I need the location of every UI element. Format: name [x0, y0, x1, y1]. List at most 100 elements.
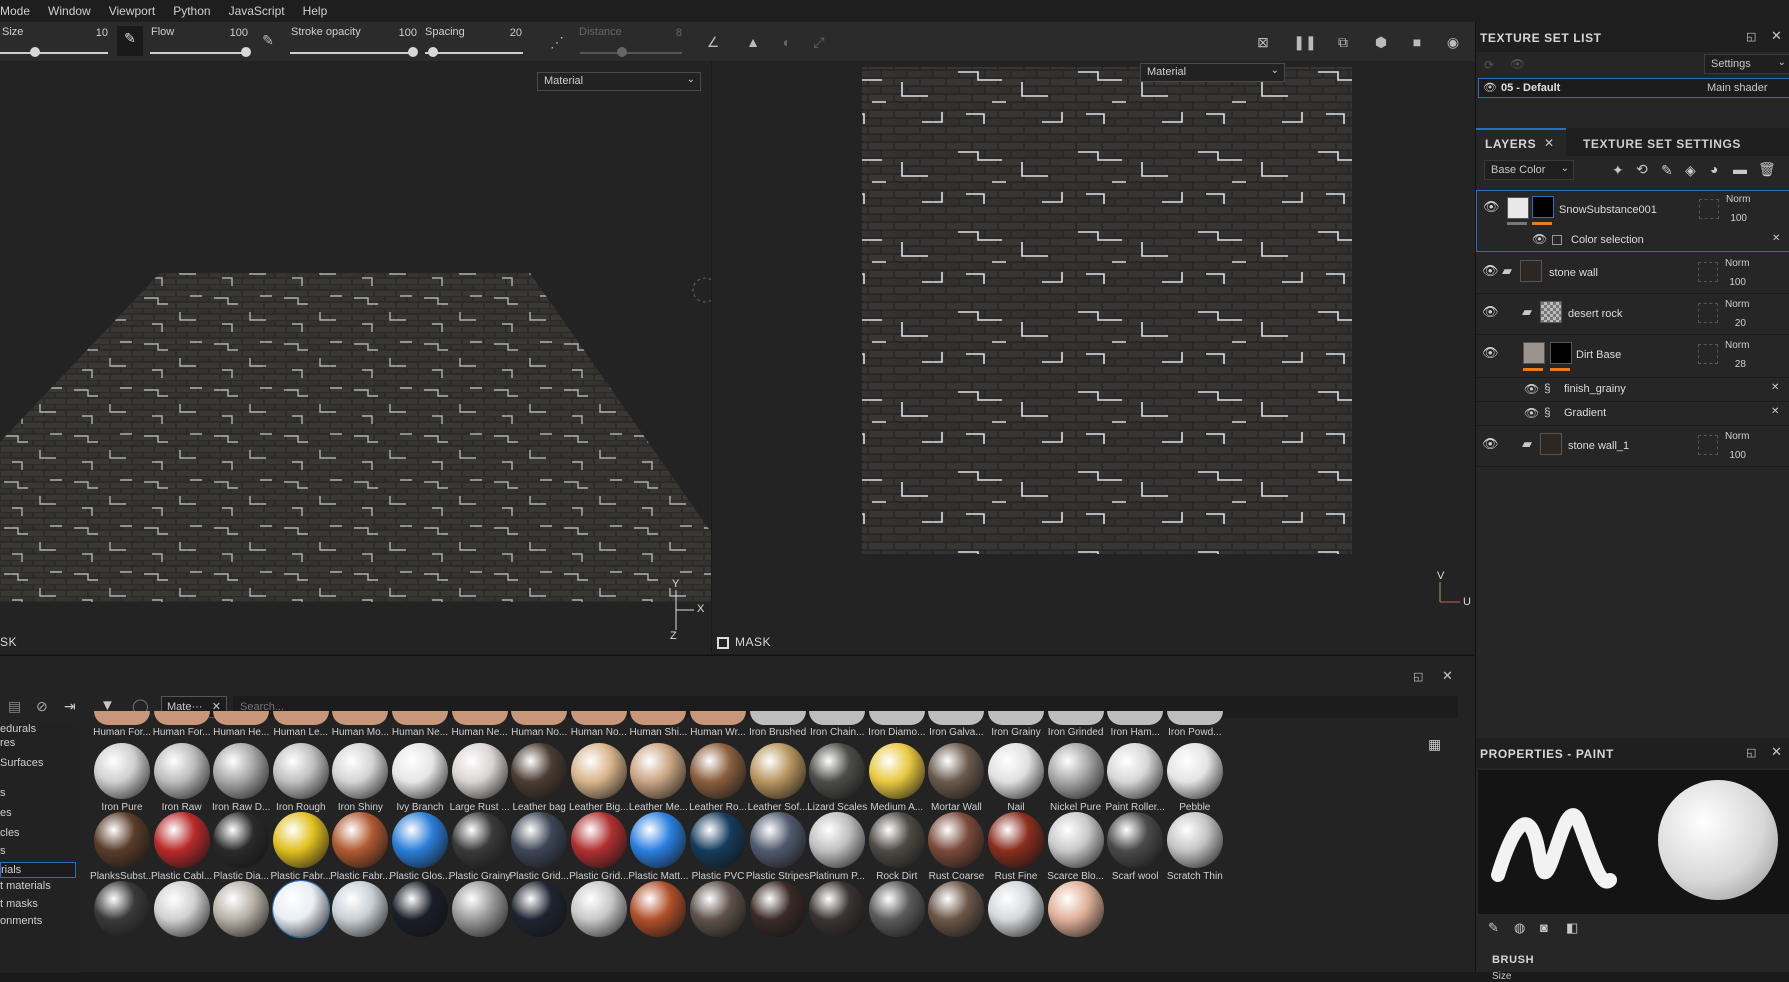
blend-mode[interactable]: Norm	[1725, 431, 1749, 442]
material-thumbnail[interactable]	[690, 881, 746, 937]
material-item[interactable]: Pebble	[1161, 743, 1229, 821]
material-thumbnail[interactable]	[451, 881, 508, 937]
menu-javascript[interactable]: JavaScript	[220, 4, 294, 18]
spacing-slider[interactable]	[425, 52, 523, 54]
eye-icon[interactable]: 👁	[1483, 81, 1497, 94]
delete-layer-icon[interactable]: 🗑	[1758, 161, 1776, 178]
add-fill-layer-icon[interactable]: ◈	[1685, 162, 1696, 179]
texture-set-item[interactable]: 👁 05 - Default Main shader	[1478, 78, 1789, 98]
tab-texture-set-settings[interactable]: TEXTURE SET SETTINGS	[1583, 137, 1741, 151]
close-icon[interactable]: ✕	[1771, 406, 1779, 417]
material-thumbnail[interactable]	[570, 711, 627, 725]
material-item[interactable]: Plastic Dia...	[207, 812, 275, 890]
angle-icon[interactable]: ∠	[700, 30, 726, 54]
shelf-category-item[interactable]: t materials	[0, 880, 51, 892]
eye-icon[interactable]: 👁	[1524, 382, 1539, 396]
grid-view-icon[interactable]: ▦	[1428, 736, 1441, 753]
material-item[interactable]: Leather Ro...	[684, 743, 752, 821]
material-item[interactable]: Large Rust ...	[446, 743, 514, 821]
spacing-slider-knob[interactable]	[428, 47, 438, 57]
distance-slider[interactable]	[580, 52, 682, 54]
material-item[interactable]: Plastic Grid...	[565, 812, 633, 890]
add-smart-mask-icon[interactable]: ⟲	[1636, 161, 1648, 178]
import-icon[interactable]: ▤	[8, 698, 21, 715]
shelf-category-item[interactable]: rials	[0, 862, 76, 878]
blend-mode[interactable]: Norm	[1725, 299, 1749, 310]
alpha-icon[interactable]: ◍	[1514, 920, 1525, 936]
material-thumbnail[interactable]	[1047, 881, 1104, 937]
flow-slider-knob[interactable]	[241, 47, 251, 57]
material-item[interactable]: Plastic Fabr...	[326, 812, 394, 890]
material-thumbnail[interactable]	[153, 711, 210, 725]
material-thumbnail[interactable]	[1166, 711, 1223, 725]
pause-icon[interactable]: ❚❚	[1292, 30, 1318, 54]
material-item[interactable]: Plastic Matt...	[624, 812, 692, 890]
menu-help[interactable]: Help	[294, 4, 337, 18]
material-thumbnail[interactable]	[868, 711, 925, 725]
flow-slider[interactable]	[150, 52, 250, 54]
material-item[interactable]: Leather bag	[505, 743, 573, 821]
material-thumbnail[interactable]	[868, 881, 925, 937]
material-item[interactable]: Rust Coarse	[922, 812, 990, 890]
material-thumbnail[interactable]	[1107, 711, 1164, 725]
material-item[interactable]: Plastic Fabr...	[267, 812, 335, 890]
size-slider[interactable]	[0, 52, 108, 54]
material-item[interactable]: Plastic Cabl...	[148, 812, 216, 890]
layer-stone-wall-1[interactable]: 👁 ▰ stone wall_1 Norm 100	[1476, 426, 1789, 467]
layer-opacity[interactable]: 28	[1720, 359, 1746, 370]
material-thumbnail[interactable]	[809, 881, 866, 937]
material-item[interactable]: Scratch Thin	[1161, 812, 1229, 890]
material-thumbnail[interactable]	[332, 711, 389, 725]
material-thumbnail[interactable]	[332, 881, 389, 937]
stroke-opacity-knob[interactable]	[408, 47, 418, 57]
material-thumbnail[interactable]	[928, 881, 985, 937]
menu-mode[interactable]: Mode	[0, 4, 39, 18]
eye-icon[interactable]: 👁	[1482, 345, 1499, 361]
material-item[interactable]: Medium A...	[863, 743, 931, 821]
material-item[interactable]: Scarce Blo...	[1042, 812, 1110, 890]
shelf-category-item[interactable]: cles	[0, 827, 20, 839]
material-thumbnail[interactable]	[690, 711, 746, 725]
material-thumbnail[interactable]	[272, 711, 329, 725]
material-thumbnail[interactable]	[213, 711, 270, 725]
menu-python[interactable]: Python	[164, 4, 219, 18]
maximize-icon[interactable]: ◱	[1413, 670, 1423, 683]
mask-toggle-checkbox[interactable]	[717, 637, 729, 649]
material-item[interactable]: Iron Pure	[88, 743, 156, 821]
material-thumbnail[interactable]	[988, 881, 1044, 937]
material-item[interactable]: Nickel Pure	[1042, 743, 1110, 821]
material-thumbnail[interactable]	[94, 881, 150, 937]
layer-dirt-base[interactable]: 👁 Dirt Base Norm 28 👁 § finish_grainy ✕ …	[1476, 335, 1789, 426]
material-thumbnail[interactable]	[749, 881, 806, 937]
material-thumbnail[interactable]	[1047, 711, 1104, 725]
material-thumbnail[interactable]	[809, 711, 866, 725]
size-slider-knob[interactable]	[30, 47, 40, 57]
material-item[interactable]: PlanksSubst...	[88, 812, 156, 890]
material-item[interactable]: Plastic Grainy	[446, 812, 514, 890]
lazy-mouse-icon[interactable]: ⋰	[546, 30, 568, 54]
blend-mode[interactable]: Norm	[1725, 258, 1749, 269]
stencil-icon[interactable]: ◙	[1540, 920, 1548, 935]
material-item[interactable]: Plastic Stripes	[744, 812, 812, 890]
export-icon[interactable]: ⇥	[64, 698, 76, 715]
close-icon[interactable]: ✕	[1544, 136, 1554, 150]
material-thumbnail[interactable]	[271, 880, 330, 938]
blend-mode[interactable]: Norm	[1725, 340, 1749, 351]
material-thumbnail[interactable]	[511, 711, 568, 725]
viewport-3d[interactable]: Material ⌄ Y X Z SK	[0, 62, 711, 654]
shelf-category-item[interactable]: es	[0, 807, 12, 819]
shelf-category-item[interactable]: t masks	[0, 898, 38, 910]
material-thumbnail[interactable]	[630, 881, 687, 937]
distance-value[interactable]: 8	[660, 27, 682, 39]
layer-opacity[interactable]: 20	[1720, 318, 1746, 329]
material-thumbnail[interactable]	[392, 881, 448, 937]
viewport2d-material-select[interactable]: Material ⌄	[1140, 63, 1285, 82]
material-thumbnail[interactable]	[511, 881, 568, 937]
material-thumbnail[interactable]	[94, 711, 150, 725]
material-item[interactable]: Iron Raw	[148, 743, 216, 821]
material-thumbnail[interactable]	[451, 711, 508, 725]
symmetry-icon[interactable]: ▲	[740, 30, 766, 54]
material-thumbnail[interactable]	[153, 881, 210, 937]
shelf-category-item[interactable]: s	[0, 845, 6, 857]
split-view-icon[interactable]: ⧉	[1330, 30, 1356, 54]
